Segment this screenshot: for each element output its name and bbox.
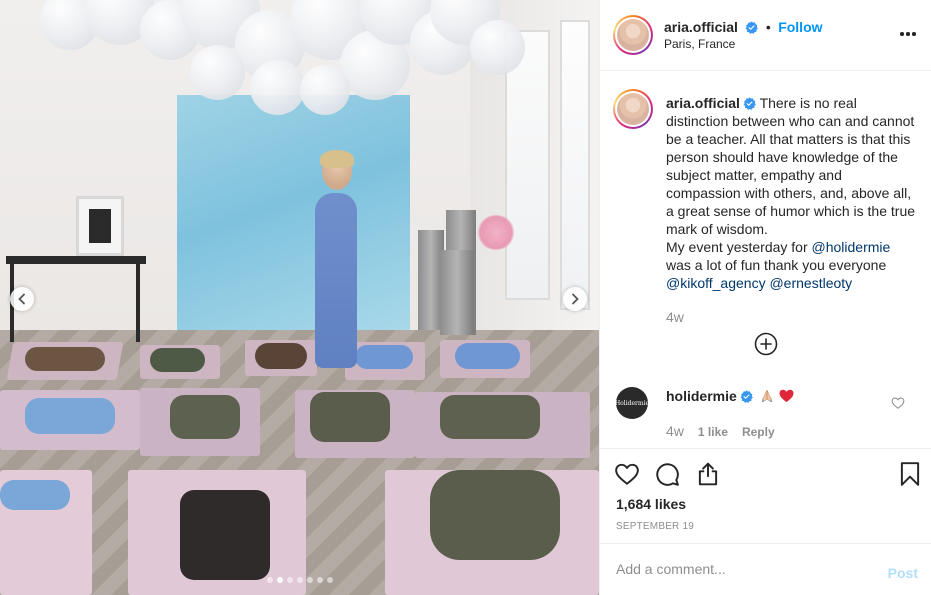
caption-text: My event yesterday for [666, 239, 808, 255]
image-person [0, 480, 70, 510]
author-avatar[interactable] [613, 15, 653, 55]
post-actions [600, 448, 931, 498]
caption-mention[interactable]: @holidermie [812, 239, 891, 255]
post-caption: aria.official There is no real distincti… [666, 94, 916, 292]
image-person [25, 398, 115, 434]
image-person [310, 392, 390, 442]
verified-badge-icon [745, 21, 759, 34]
comment-username[interactable]: holidermie [666, 388, 737, 404]
image-person [180, 490, 270, 580]
carousel-dot [286, 577, 293, 583]
carousel-dot [266, 577, 273, 583]
image-teacher [315, 193, 357, 368]
add-comment-bar: Post [600, 543, 931, 595]
post-date[interactable]: September 19 [616, 521, 694, 532]
bookmark-icon[interactable] [897, 461, 923, 487]
caption-username[interactable]: aria.official [666, 95, 740, 111]
image-person [440, 395, 540, 439]
chevron-right-icon [572, 293, 579, 305]
image-frame [76, 196, 124, 256]
header-separator: • [765, 19, 771, 35]
post-location[interactable]: Paris, France [664, 37, 735, 51]
pray-emoji-icon [761, 390, 772, 403]
post-side-panel: aria.official • Follow Paris, France ari… [599, 0, 931, 595]
more-options-icon[interactable] [898, 24, 918, 44]
heart-icon[interactable] [891, 396, 905, 410]
share-icon[interactable] [695, 461, 721, 487]
follow-button[interactable]: Follow [778, 19, 822, 35]
reply-button[interactable]: Reply [742, 425, 775, 439]
carousel-dot [276, 577, 283, 583]
plus-circle-icon[interactable] [754, 332, 778, 356]
comment-avatar[interactable]: Holidermie [615, 387, 649, 419]
post-header: aria.official • Follow Paris, France [600, 0, 931, 71]
image-person [455, 343, 520, 369]
caption-avatar[interactable] [613, 89, 653, 129]
red-heart-emoji-icon [779, 389, 794, 403]
comment-meta: 4w 1 like Reply [666, 423, 775, 439]
carousel-indicator [0, 577, 599, 583]
comment-likes[interactable]: 1 like [698, 425, 728, 439]
image-flowers [476, 215, 516, 250]
image-person [25, 347, 105, 371]
image-pillar [440, 250, 474, 335]
comment-icon[interactable] [654, 461, 680, 487]
image-person [170, 395, 240, 439]
caption-text: There is no real distinction between who… [666, 95, 916, 237]
post-comment-button[interactable]: Post [888, 565, 918, 581]
carousel-dot [316, 577, 323, 583]
verified-badge-icon [740, 390, 753, 403]
chevron-left-icon [18, 293, 25, 305]
caption-text: was a lot of fun thank you everyone [666, 257, 887, 273]
comment-input[interactable] [616, 561, 866, 577]
post-image[interactable] [0, 0, 599, 595]
comment: holidermie [666, 388, 794, 404]
verified-badge-icon [743, 97, 756, 110]
image-balloon-cloud [40, 0, 540, 140]
likes-count[interactable]: 1,684 likes [616, 496, 686, 512]
heart-icon[interactable] [614, 461, 640, 487]
caption-timestamp[interactable]: 4w [666, 309, 684, 325]
carousel-dot [326, 577, 333, 583]
carousel-dot [306, 577, 313, 583]
author-username[interactable]: aria.official [664, 19, 738, 35]
image-window [560, 20, 590, 310]
image-table [6, 256, 146, 264]
carousel-prev-button[interactable] [10, 287, 34, 311]
image-person [255, 343, 307, 369]
image-table-leg [136, 262, 140, 342]
image-teacher-hair [320, 150, 354, 168]
caption-mention[interactable]: @kikoff_agency [666, 275, 766, 291]
carousel-dot [296, 577, 303, 583]
image-person [430, 470, 560, 560]
image-person [355, 345, 413, 369]
header-title-row: aria.official • Follow [664, 19, 823, 37]
carousel-next-button[interactable] [563, 287, 587, 311]
image-person [150, 348, 205, 372]
comment-timestamp[interactable]: 4w [666, 423, 684, 439]
caption-mention[interactable]: @ernestleoty [769, 275, 852, 291]
